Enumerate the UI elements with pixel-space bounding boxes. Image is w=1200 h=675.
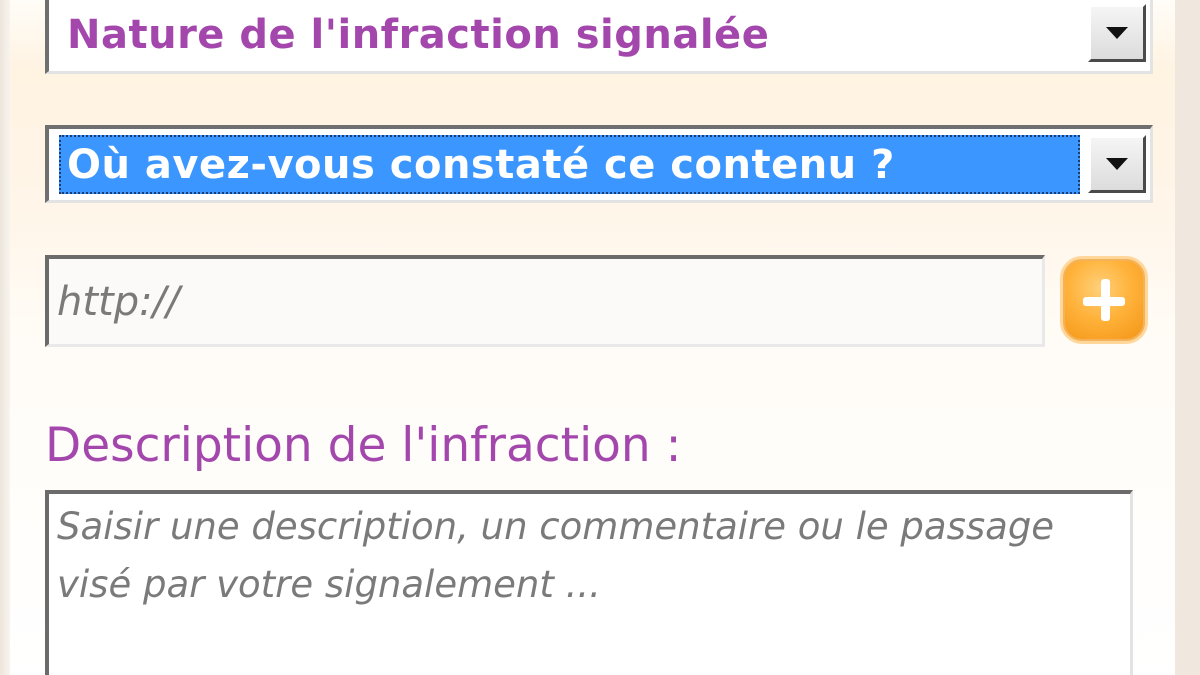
infraction-nature-dropdown-button[interactable] [1088,4,1146,62]
infraction-nature-select[interactable]: Nature de l'infraction signalée [45,0,1153,74]
chevron-down-icon [1106,158,1128,170]
description-textarea[interactable] [45,490,1133,675]
description-label: Description de l'infraction : [45,418,682,473]
content-location-dropdown-button[interactable] [1088,135,1146,193]
content-location-value: Où avez-vous constaté ce contenu ? [59,135,1080,194]
url-input[interactable] [45,255,1045,347]
content-location-select[interactable]: Où avez-vous constaté ce contenu ? [45,125,1153,203]
add-url-button[interactable] [1060,256,1148,344]
chevron-down-icon [1106,27,1128,39]
panel-edge [0,0,10,675]
infraction-nature-value: Nature de l'infraction signalée [67,11,770,58]
